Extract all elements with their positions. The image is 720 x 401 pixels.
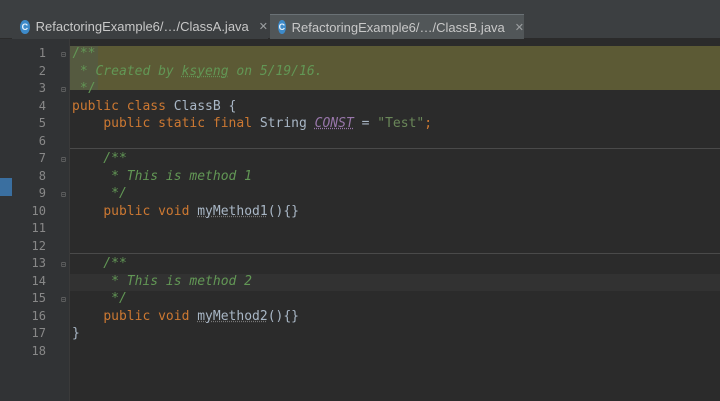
line-number: 16 bbox=[31, 309, 46, 323]
class-c-icon: C bbox=[20, 19, 30, 34]
keyword: public static final bbox=[103, 116, 253, 131]
fold-end-icon[interactable]: ⊟ bbox=[61, 191, 69, 199]
code-line-17: } bbox=[72, 326, 80, 341]
fold-minus-icon[interactable]: ⊟ bbox=[61, 51, 69, 59]
code-line-1: /** bbox=[72, 46, 95, 61]
fold-minus-icon[interactable]: ⊟ bbox=[61, 156, 69, 164]
comment-text: /** bbox=[72, 151, 127, 166]
semicolon: ; bbox=[424, 116, 433, 131]
line-number: 5 bbox=[38, 116, 46, 130]
code-line-15: */ bbox=[72, 291, 127, 306]
close-icon[interactable]: ✕ bbox=[259, 20, 268, 33]
code-line-10: public void myMethod1(){} bbox=[72, 204, 299, 219]
code-line-13: /** bbox=[72, 256, 127, 271]
close-icon[interactable]: ✕ bbox=[515, 21, 524, 34]
line-number: 10 bbox=[31, 204, 46, 218]
fold-minus-icon[interactable]: ⊟ bbox=[61, 261, 69, 269]
line-number: 3 bbox=[38, 81, 46, 95]
line-number: 12 bbox=[31, 239, 46, 253]
fold-end-icon[interactable]: ⊟ bbox=[61, 86, 69, 94]
method-name: myMethod1 bbox=[197, 204, 268, 219]
code-line-5: public static final String CONST = "Test… bbox=[72, 116, 432, 131]
comment-text: /** bbox=[72, 46, 96, 61]
method-body: (){} bbox=[267, 309, 299, 324]
tool-window-strip bbox=[0, 39, 12, 401]
comment-text: * This is method 2 bbox=[72, 274, 253, 289]
comment-text: /** bbox=[72, 256, 127, 271]
method-body: (){} bbox=[267, 204, 299, 219]
line-number: 9 bbox=[38, 186, 46, 200]
tab-classb-label: RefactoringExample6/…/ClassB.java bbox=[291, 19, 505, 35]
line-number: 11 bbox=[31, 221, 46, 235]
line-number: 1 bbox=[38, 46, 46, 60]
code-line-14: * This is method 2 bbox=[72, 274, 252, 289]
comment-text: * This is method 1 bbox=[72, 169, 253, 184]
code-line-3: */ bbox=[72, 81, 96, 96]
line-number: 17 bbox=[31, 326, 46, 340]
line-number: 6 bbox=[38, 134, 46, 148]
comment-text: */ bbox=[72, 291, 127, 306]
operator: = bbox=[353, 116, 378, 131]
line-number: 13 bbox=[31, 256, 46, 270]
closing-brace: } bbox=[72, 326, 80, 341]
code-line-16: public void myMethod2(){} bbox=[72, 309, 299, 324]
type-name: String bbox=[252, 116, 315, 131]
comment-text: */ bbox=[72, 81, 96, 96]
tab-classb[interactable]: C RefactoringExample6/…/ClassB.java ✕ bbox=[270, 14, 524, 39]
tab-classa-label: RefactoringExample6/…/ClassA.java bbox=[35, 19, 249, 34]
line-number: 14 bbox=[31, 274, 46, 288]
comment-text: */ bbox=[72, 186, 127, 201]
string-literal: "Test" bbox=[377, 116, 425, 131]
tool-window-marker[interactable] bbox=[0, 178, 12, 196]
code-line-2: * Created by ksyeng on 5/19/16. bbox=[72, 64, 323, 79]
comment-text: * Created by bbox=[72, 64, 182, 79]
fold-end-icon[interactable]: ⊟ bbox=[61, 296, 69, 304]
code-line-8: * This is method 1 bbox=[72, 169, 252, 184]
method-separator bbox=[70, 253, 720, 254]
class-c-icon: C bbox=[278, 20, 286, 34]
method-name: myMethod2 bbox=[197, 309, 268, 324]
editor-tab-bar: C RefactoringExample6/…/ClassA.java ✕ C … bbox=[0, 0, 720, 39]
comment-text: on 5/19/16. bbox=[228, 64, 323, 79]
line-number: 8 bbox=[38, 169, 46, 183]
comment-author: ksyeng bbox=[181, 64, 229, 79]
line-number: 18 bbox=[31, 344, 46, 358]
tab-classa[interactable]: C RefactoringExample6/…/ClassA.java ✕ bbox=[12, 14, 268, 39]
keyword: public class bbox=[72, 99, 166, 114]
constant-name: CONST bbox=[314, 116, 354, 131]
method-separator bbox=[70, 148, 720, 149]
code-line-7: /** bbox=[72, 151, 127, 166]
code-editor[interactable]: /** * Created by ksyeng on 5/19/16. */ p… bbox=[70, 39, 720, 401]
line-number-gutter: 1 2 3 4 5 6 7 8 9 10 11 12 13 14 15 16 1… bbox=[12, 39, 70, 401]
line-number: 15 bbox=[31, 291, 46, 305]
code-line-4: public class ClassB { bbox=[72, 99, 236, 114]
line-number: 2 bbox=[38, 64, 46, 78]
line-number: 4 bbox=[38, 99, 46, 113]
keyword: public void bbox=[103, 204, 190, 219]
keyword: public void bbox=[103, 309, 190, 324]
line-number: 7 bbox=[38, 151, 46, 165]
class-declaration: ClassB { bbox=[165, 99, 237, 114]
code-line-9: */ bbox=[72, 186, 127, 201]
